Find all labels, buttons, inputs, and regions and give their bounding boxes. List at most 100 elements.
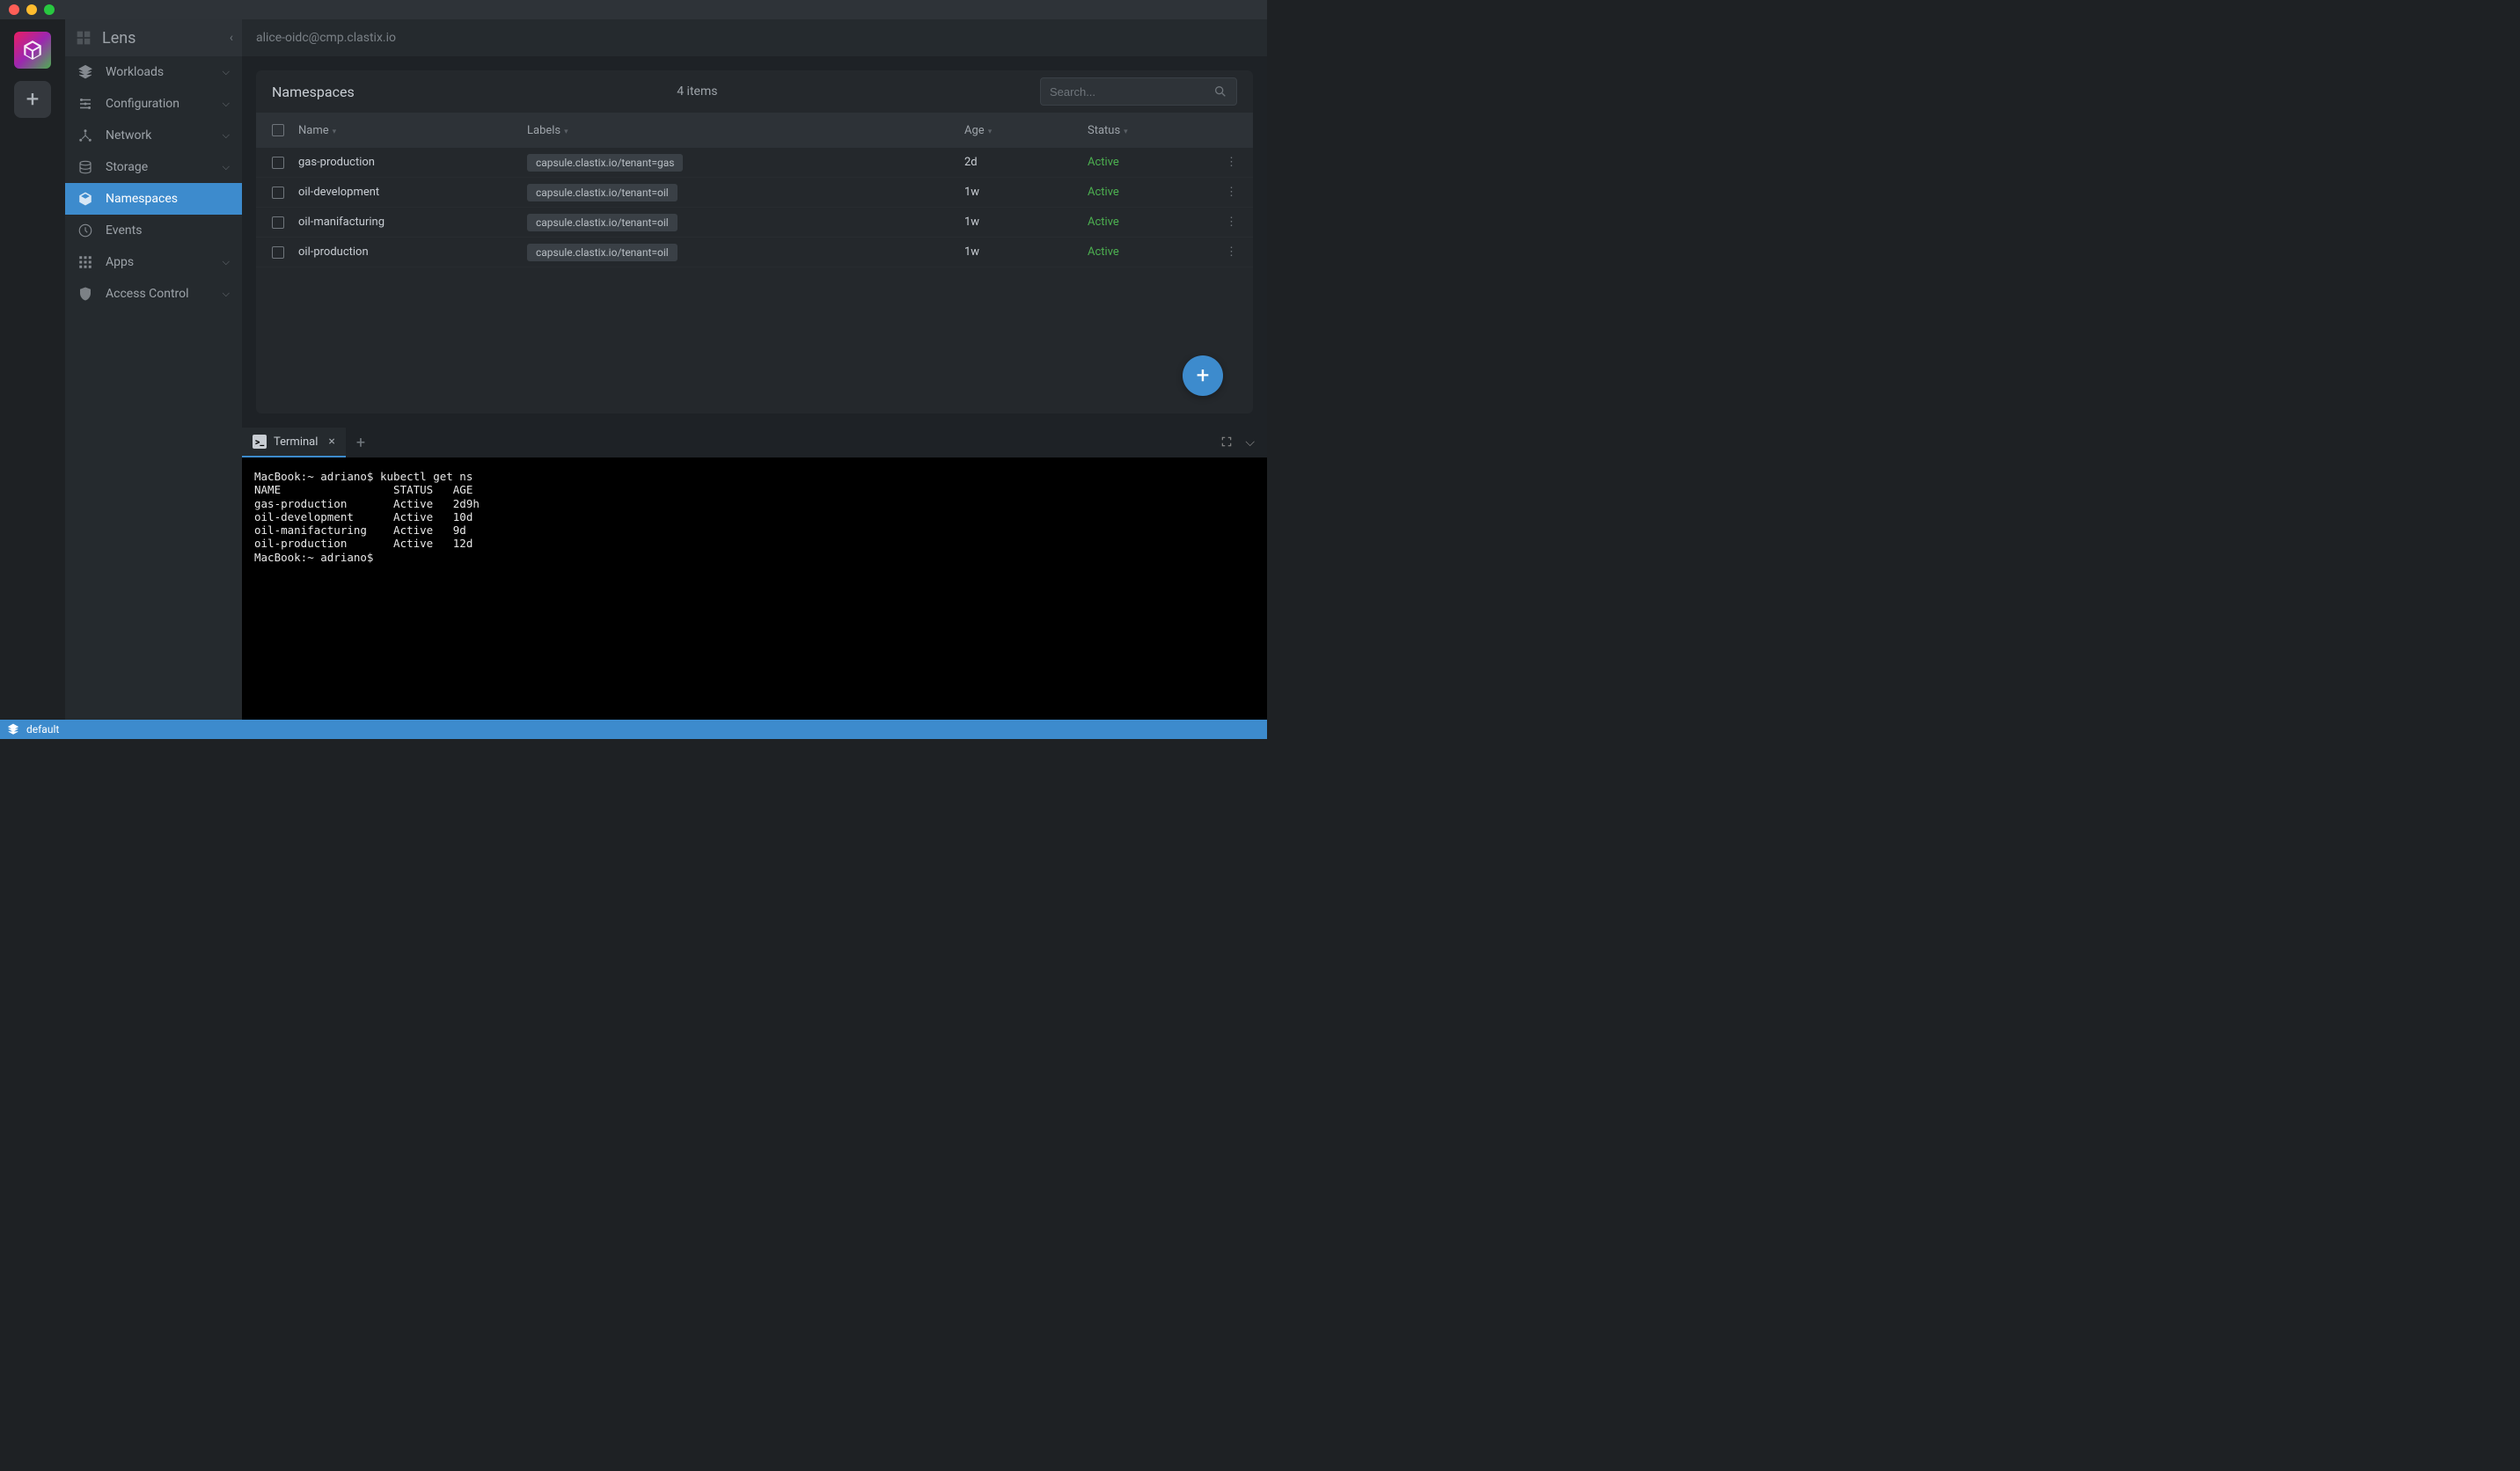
label-chip[interactable]: capsule.clastix.io/tenant=gas: [527, 154, 683, 172]
namespace-age: 1w: [964, 186, 1088, 199]
sidebar-header: Lens ‹: [65, 19, 242, 56]
sidebar-item-workloads[interactable]: Workloads ⌵: [65, 56, 242, 88]
default-namespace-label[interactable]: default: [26, 723, 59, 736]
terminal-tabs: >_ Terminal × + ⌵: [242, 428, 1267, 457]
more-vertical-icon: ⋮: [1226, 216, 1237, 229]
search-box[interactable]: [1040, 77, 1237, 106]
column-header-labels[interactable]: Labels▾: [527, 124, 964, 137]
search-input[interactable]: [1050, 85, 1213, 99]
namespace-labels: capsule.clastix.io/tenant=gas: [527, 154, 964, 172]
terminal-menu-button[interactable]: ⌵: [1245, 435, 1255, 450]
namespace-labels: capsule.clastix.io/tenant=oil: [527, 184, 964, 201]
sort-indicator-icon: ▾: [1124, 128, 1128, 136]
chevron-down-icon: ⌵: [1245, 435, 1255, 450]
terminal-panel: >_ Terminal × + ⌵: [242, 428, 1267, 720]
row-menu-button[interactable]: ⋮: [1211, 216, 1237, 229]
sidebar-collapse-button[interactable]: ‹: [230, 31, 233, 45]
table-header: Name▾ Labels▾ Age▾ Status▾: [256, 113, 1253, 148]
fullscreen-button[interactable]: [1220, 435, 1233, 450]
sidebar-item-configuration[interactable]: Configuration ⌵: [65, 88, 242, 120]
terminal-tab-label: Terminal: [274, 435, 318, 449]
sort-indicator-icon: ▾: [988, 128, 993, 136]
terminal-icon: >_: [253, 435, 267, 449]
column-header-name[interactable]: Name▾: [298, 124, 527, 137]
select-all-checkbox[interactable]: [272, 124, 284, 136]
panel-header: Namespaces 4 items: [256, 70, 1253, 113]
table-row[interactable]: oil-developmentcapsule.clastix.io/tenant…: [256, 178, 1253, 208]
close-icon: ×: [328, 435, 334, 449]
main-content: alice-oidc@cmp.clastix.io Namespaces 4 i…: [242, 19, 1267, 720]
configuration-icon: [77, 96, 93, 112]
namespace-name: oil-manifacturing: [298, 216, 527, 229]
chevron-down-icon: ⌵: [223, 129, 230, 142]
namespace-age: 2d: [964, 156, 1088, 169]
item-count: 4 items: [355, 84, 1040, 99]
sidebar-item-storage[interactable]: Storage ⌵: [65, 151, 242, 183]
row-menu-button[interactable]: ⋮: [1211, 245, 1237, 259]
table-body: gas-productioncapsule.clastix.io/tenant=…: [256, 148, 1253, 267]
namespace-labels: capsule.clastix.io/tenant=oil: [527, 214, 964, 231]
sidebar-item-apps[interactable]: Apps ⌵: [65, 246, 242, 278]
namespace-name: gas-production: [298, 156, 527, 169]
create-namespace-button[interactable]: +: [1183, 355, 1223, 396]
row-checkbox[interactable]: [272, 157, 284, 169]
chevron-down-icon: ⌵: [223, 66, 230, 78]
window-minimize-button[interactable]: [26, 4, 37, 15]
namespace-age: 1w: [964, 216, 1088, 229]
row-checkbox[interactable]: [272, 216, 284, 229]
page-title: Namespaces: [272, 84, 355, 100]
table-row[interactable]: oil-manifacturingcapsule.clastix.io/tena…: [256, 208, 1253, 238]
cluster-rail: +: [0, 19, 65, 720]
row-checkbox[interactable]: [272, 187, 284, 199]
app-title: Lens: [102, 29, 136, 48]
sidebar-item-label: Workloads: [106, 65, 210, 79]
sidebar-item-label: Access Control: [106, 287, 210, 301]
namespace-name: oil-production: [298, 245, 527, 259]
more-vertical-icon: ⋮: [1226, 245, 1237, 259]
sidebar-item-access-control[interactable]: Access Control ⌵: [65, 278, 242, 310]
search-icon: [1213, 84, 1227, 99]
column-header-age[interactable]: Age▾: [964, 124, 1088, 137]
namespace-status: Active: [1088, 156, 1211, 169]
row-checkbox[interactable]: [272, 246, 284, 259]
shield-icon: [77, 286, 93, 302]
sidebar-item-events[interactable]: Events: [65, 215, 242, 246]
label-chip[interactable]: capsule.clastix.io/tenant=oil: [527, 214, 678, 231]
add-cluster-button[interactable]: +: [14, 81, 51, 118]
close-tab-button[interactable]: ×: [328, 435, 334, 449]
more-vertical-icon: ⋮: [1226, 186, 1237, 199]
namespaces-panel: Namespaces 4 items Name▾: [256, 70, 1253, 413]
window-maximize-button[interactable]: [44, 4, 55, 15]
plus-icon: +: [26, 86, 40, 113]
workloads-icon: [77, 64, 93, 80]
table-row[interactable]: gas-productioncapsule.clastix.io/tenant=…: [256, 148, 1253, 178]
chevron-down-icon: ⌵: [223, 161, 230, 173]
row-menu-button[interactable]: ⋮: [1211, 156, 1237, 169]
plus-icon: +: [1197, 362, 1210, 389]
sort-indicator-icon: ▾: [564, 128, 568, 136]
plus-icon: +: [356, 434, 365, 452]
sidebar-item-network[interactable]: Network ⌵: [65, 120, 242, 151]
namespace-age: 1w: [964, 245, 1088, 259]
chevron-down-icon: ⌵: [223, 256, 230, 268]
window-close-button[interactable]: [9, 4, 19, 15]
label-chip[interactable]: capsule.clastix.io/tenant=oil: [527, 244, 678, 261]
sidebar-item-label: Storage: [106, 160, 210, 174]
cluster-context-label: alice-oidc@cmp.clastix.io: [256, 31, 396, 45]
cluster-avatar[interactable]: [14, 32, 51, 69]
terminal-output[interactable]: MacBook:~ adriano$ kubectl get ns NAME S…: [242, 457, 1267, 720]
column-header-status[interactable]: Status▾: [1088, 124, 1211, 137]
row-menu-button[interactable]: ⋮: [1211, 186, 1237, 199]
sidebar-item-label: Network: [106, 128, 210, 143]
label-chip[interactable]: capsule.clastix.io/tenant=oil: [527, 184, 678, 201]
lens-logo-icon: [74, 28, 93, 48]
sidebar-item-namespaces[interactable]: Namespaces: [65, 183, 242, 215]
storage-icon: [77, 159, 93, 175]
terminal-tab[interactable]: >_ Terminal ×: [242, 428, 346, 457]
cube-icon: [21, 39, 44, 62]
layers-icon: [7, 723, 19, 736]
add-terminal-tab-button[interactable]: +: [346, 434, 376, 452]
table-row[interactable]: oil-productioncapsule.clastix.io/tenant=…: [256, 238, 1253, 267]
namespace-name: oil-development: [298, 186, 527, 199]
sort-indicator-icon: ▾: [333, 128, 337, 136]
